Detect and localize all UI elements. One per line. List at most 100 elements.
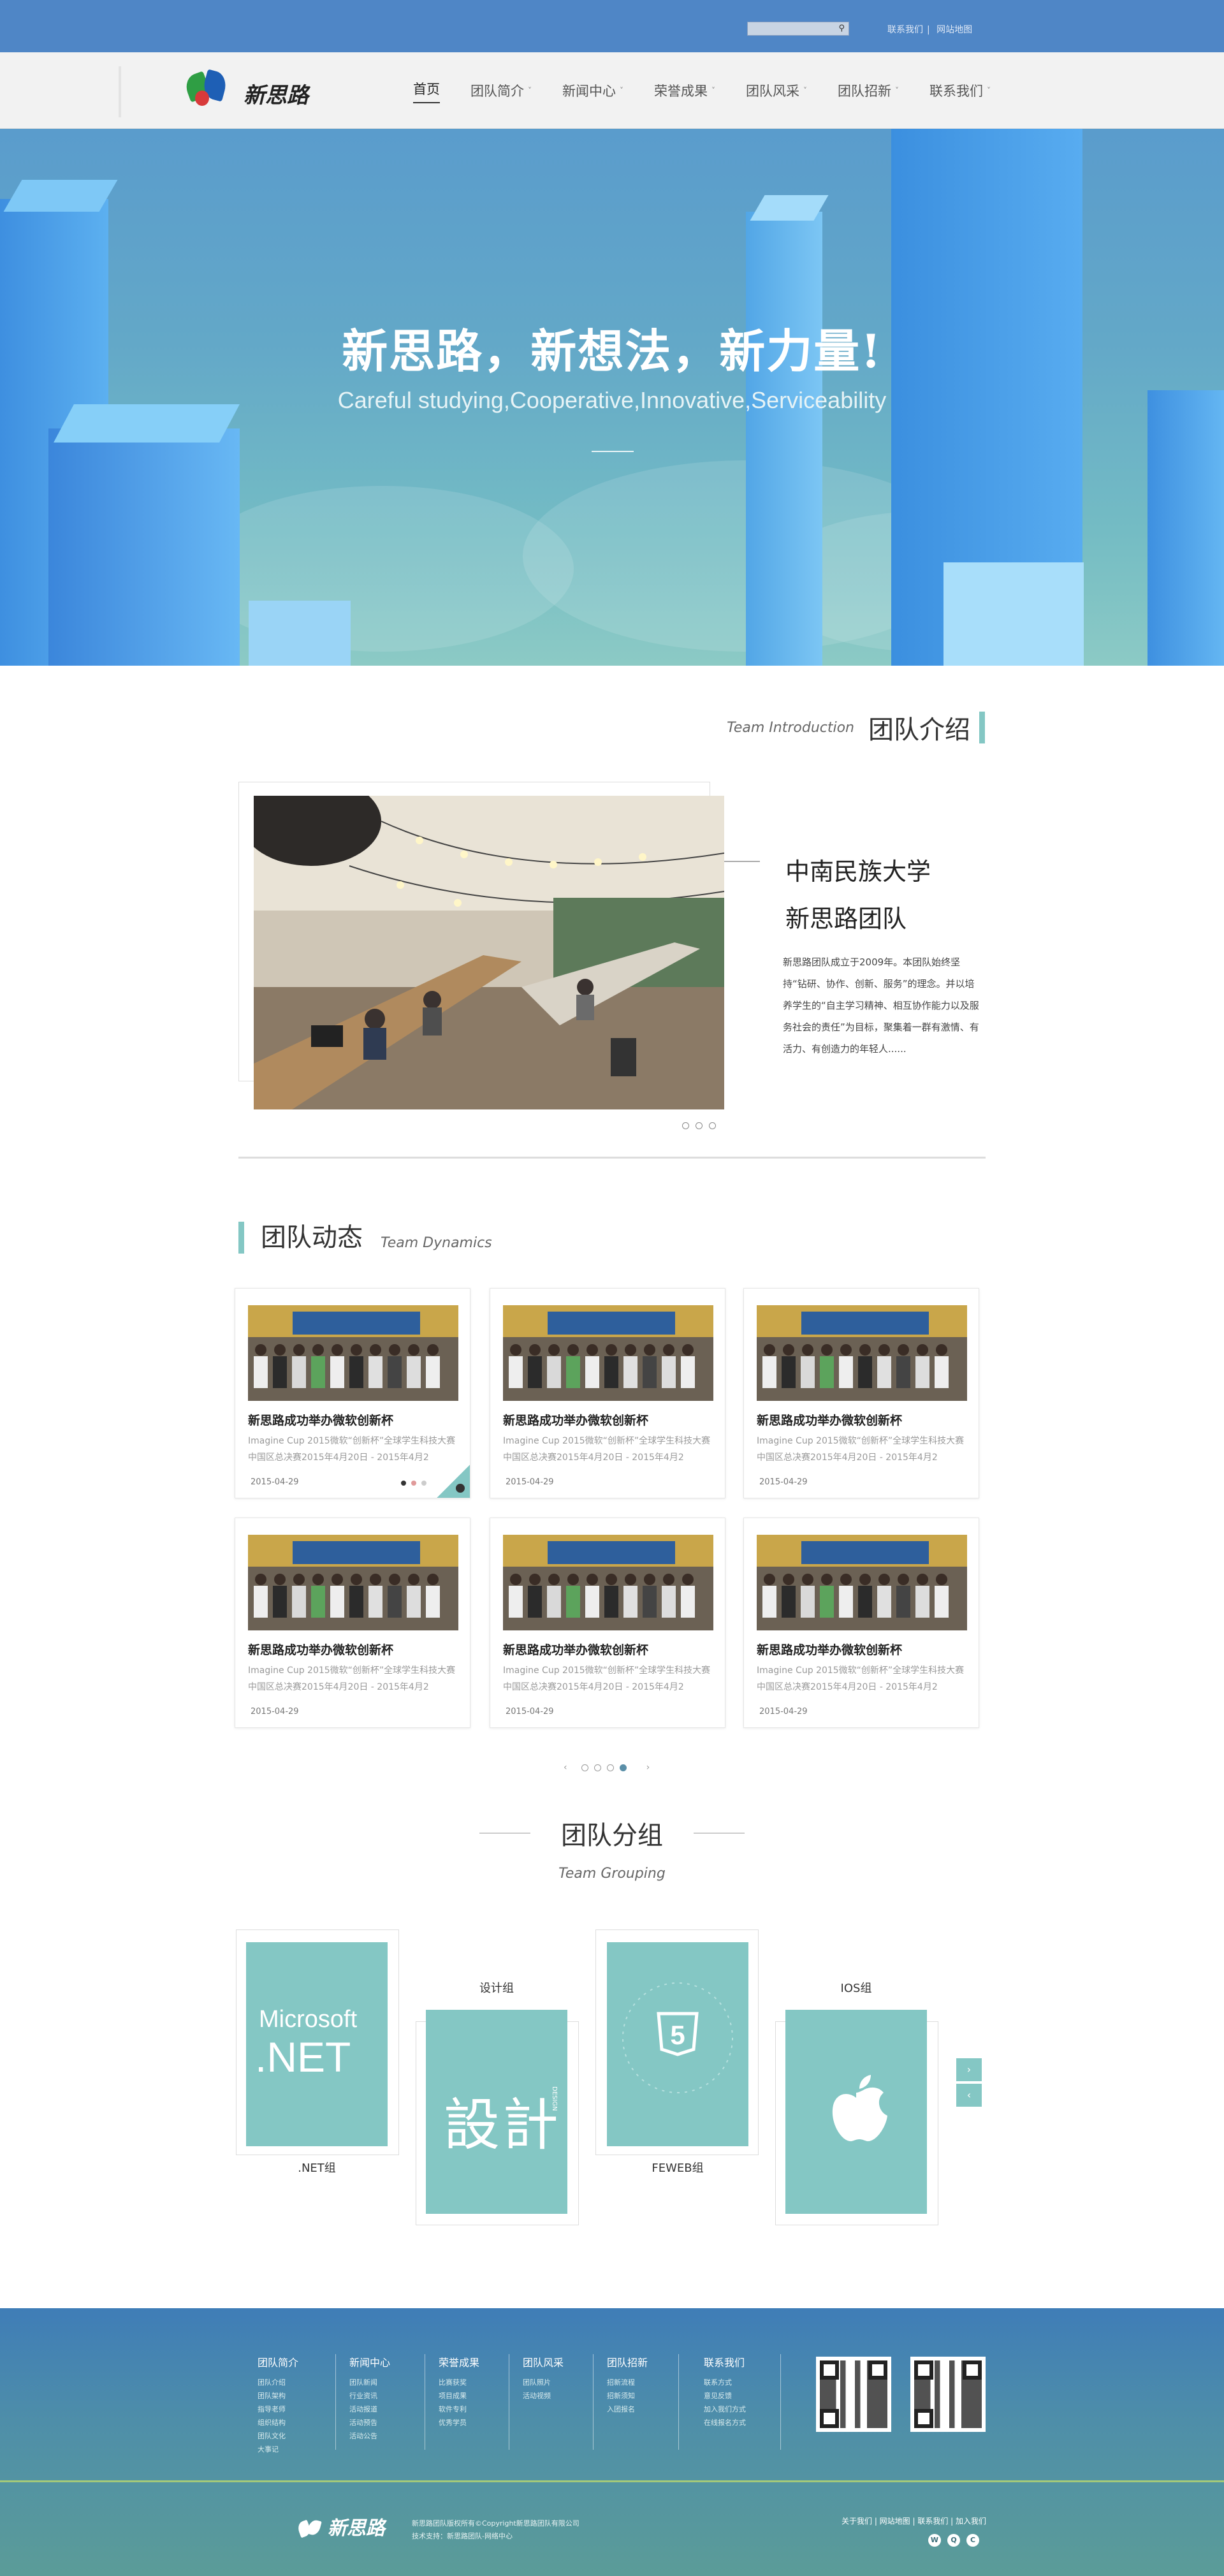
footer-link[interactable]: 指导老师 [258,2403,298,2416]
footer-links[interactable]: 关于我们 | 网站地图 | 联系我们 | 加入我们 [841,2515,986,2526]
news-card[interactable]: 新思路成功举办微软创新杯 Imagine Cup 2015微软“创新杯”全球学生科… [490,1288,725,1498]
slide-dot[interactable] [421,1481,426,1486]
nav-item-home[interactable]: 首页 [413,78,440,103]
pager-dot[interactable] [594,1764,601,1771]
design-logo-sub: DESIGN [551,2086,558,2111]
nav-item-news[interactable]: 新闻中心 ˅ [562,78,623,103]
news-card[interactable]: 新思路成功举办微软创新杯 Imagine Cup 2015微软“创新杯”全球学生科… [235,1288,470,1498]
footer-column: 团队招新招新流程 招新须知 入团报名 [607,2354,648,2416]
intro-title-rule [724,861,760,862]
pager-dot-active[interactable] [619,1764,627,1771]
footer-column-separator [780,2354,781,2450]
footer-column-title[interactable]: 联系我们 [704,2354,746,2369]
top-link-contact[interactable]: 联系我们 [887,25,923,35]
slide-dot[interactable] [411,1481,416,1486]
footer-link[interactable]: 意见反馈 [704,2389,746,2403]
news-title[interactable]: 新思路成功举办微软创新杯 [503,1641,648,1658]
pager-prev-icon[interactable]: ‹ [564,1762,567,1773]
nav-item-honors[interactable]: 荣誉成果 ˅ [654,78,715,103]
pager-dot[interactable] [606,1764,614,1771]
footer-link[interactable]: 联系方式 [704,2376,746,2389]
logo[interactable]: 新思路 [182,69,320,110]
group-tile-dotnet[interactable]: Microsoft .NET [246,1942,388,2146]
scroll-next-arrow-icon[interactable]: › [956,2058,982,2081]
footer-social: W Q C [928,2534,986,2547]
footer-link[interactable]: 行业资讯 [349,2389,390,2403]
footer-link[interactable]: 团队文化 [258,2429,298,2443]
news-title[interactable]: 新思路成功举办微软创新杯 [248,1641,393,1658]
footer-link[interactable]: 活动预告 [349,2416,390,2429]
news-summary: Imagine Cup 2015微软“创新杯”全球学生科技大赛中国区总决赛201… [757,1665,965,1692]
footer-link[interactable]: 团队介绍 [258,2376,298,2389]
footer-link[interactable]: 入团报名 [607,2403,648,2416]
footer-link[interactable]: 大事记 [258,2443,298,2456]
group-tile-design[interactable]: 設計 DESIGN [426,2010,567,2214]
intro-carousel-dots [682,1122,722,1129]
group-tile-feweb[interactable]: 5 [607,1942,748,2146]
news-title[interactable]: 新思路成功举办微软创新杯 [757,1641,902,1658]
footer-column-title[interactable]: 新闻中心 [349,2354,390,2369]
footer-column-title[interactable]: 团队风采 [523,2354,564,2369]
slide-dot[interactable] [401,1481,406,1486]
footer-link[interactable]: 活动视频 [523,2389,564,2403]
news-date: 2015-04-29 [506,1707,554,1716]
pager-dot[interactable] [581,1764,588,1771]
card-more-icon[interactable] [456,1484,465,1493]
group-tile-ios[interactable] [785,2010,927,2214]
footer-link[interactable]: 活动报道 [349,2403,390,2416]
carousel-dot[interactable] [696,1122,703,1129]
footer-link[interactable]: 软件专利 [439,2403,479,2416]
news-title[interactable]: 新思路成功举办微软创新杯 [503,1411,648,1428]
footer-link[interactable]: 团队新闻 [349,2376,390,2389]
weibo-icon[interactable]: W [928,2534,941,2547]
office-photo-illustration [254,796,724,1109]
intro-description: 新思路团队成立于2009年。本团队始终坚持“钻研、协作、创新、服务”的理念。并以… [783,956,979,1055]
hero-banner: 新思路，新想法，新力量! Careful studying,Cooperativ… [0,129,1224,666]
nav-item-intro[interactable]: 团队简介 ˅ [470,78,532,103]
footer-link[interactable]: 比赛获奖 [439,2376,479,2389]
hero-building [3,180,118,212]
footer-link[interactable]: 组织结构 [258,2416,298,2429]
news-title[interactable]: 新思路成功举办微软创新杯 [248,1411,393,1428]
group-label: FEWEB组 [652,2162,704,2175]
hero-building [746,212,822,666]
group-photo-illustration [248,1305,458,1401]
nav-item-style[interactable]: 团队风采 ˅ [746,78,807,103]
qq-icon[interactable]: Q [947,2534,960,2547]
search-input[interactable]: ⚲ [747,22,849,36]
search-icon[interactable]: ⚲ [838,24,845,33]
footer-link[interactable]: 优秀学员 [439,2416,479,2429]
pager-next-icon[interactable]: › [646,1762,650,1773]
group-photo-illustration [503,1535,713,1630]
top-link-sitemap[interactable]: 网站地图 [936,25,972,35]
wechat-icon[interactable]: C [966,2534,979,2547]
footer-column-title[interactable]: 团队招新 [607,2354,648,2369]
news-title[interactable]: 新思路成功举办微软创新杯 [757,1411,902,1428]
grouping-heading-en: Team Grouping [558,1866,666,1882]
footer-link[interactable]: 项目成果 [439,2389,479,2403]
news-card[interactable]: 新思路成功举办微软创新杯 Imagine Cup 2015微软“创新杯”全球学生科… [743,1288,979,1498]
footer-link[interactable]: 团队架构 [258,2389,298,2403]
nav-item-label: 团队风采 [746,84,799,99]
nav-item-contact[interactable]: 联系我们 ˅ [929,78,991,103]
news-card[interactable]: 新思路成功举办微软创新杯 Imagine Cup 2015微软“创新杯”全球学生科… [490,1518,725,1728]
carousel-dot[interactable] [682,1122,689,1129]
footer-link[interactable]: 加入我们方式 [704,2403,746,2416]
footer-link[interactable]: 在线报名方式 [704,2416,746,2429]
footer-link[interactable]: 活动公告 [349,2429,390,2443]
news-card[interactable]: 新思路成功举办微软创新杯 Imagine Cup 2015微软“创新杯”全球学生科… [235,1518,470,1728]
footer-link[interactable]: 团队照片 [523,2376,564,2389]
intro-heading-en: Team Introduction [727,719,854,736]
carousel-dot[interactable] [709,1122,716,1129]
nav-item-recruit[interactable]: 团队招新 ˅ [838,78,899,103]
footer-link[interactable]: 招新须知 [607,2389,648,2403]
news-card[interactable]: 新思路成功举办微软创新杯 Imagine Cup 2015微软“创新杯”全球学生科… [743,1518,979,1728]
hero-divider [592,451,634,452]
footer-column-title[interactable]: 荣誉成果 [439,2354,479,2369]
nav-rail [119,66,121,117]
scroll-prev-arrow-icon[interactable]: ‹ [956,2084,982,2107]
footer-column-title[interactable]: 团队简介 [258,2354,298,2369]
footer-link[interactable]: 招新流程 [607,2376,648,2389]
footer-logo[interactable]: 新思路 [296,2512,385,2540]
design-logo-text: 設計 [444,2092,562,2158]
